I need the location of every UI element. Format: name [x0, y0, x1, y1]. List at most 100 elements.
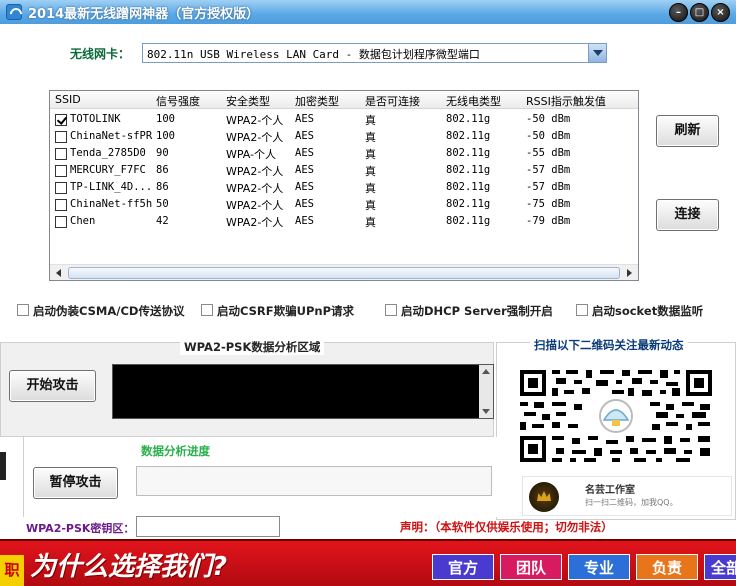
- cell-ssid: ChinaNet-sfPR: [70, 130, 153, 142]
- cell-ssid: ChinaNet-ff5h: [70, 198, 153, 210]
- cell-radio: 802.11g: [446, 215, 491, 227]
- cell-cipher: AES: [295, 113, 314, 125]
- column-header-signal[interactable]: 信号强度: [156, 93, 200, 109]
- maximize-button[interactable]: □: [690, 3, 709, 22]
- table-row[interactable]: ChinaNet-sfPR 100 WPA2-个人 AES 真 802.11g -50 dB…: [50, 128, 638, 145]
- refresh-button[interactable]: 刷新: [656, 115, 719, 147]
- cell-rssi: -79 dBm: [526, 215, 571, 227]
- banner-tab-team[interactable]: 团队: [500, 554, 562, 580]
- banner-left-fragment: 职: [0, 555, 24, 586]
- banner-tab-professional[interactable]: 专业: [568, 554, 630, 580]
- cell-radio: 802.11g: [446, 113, 491, 125]
- cell-connectable: 真: [365, 199, 376, 212]
- progress-label: 数据分析进度: [141, 444, 210, 458]
- crown-logo-icon: [529, 482, 559, 512]
- banner-tab-responsible[interactable]: 负责: [636, 554, 698, 580]
- vertical-scrollbar[interactable]: [479, 365, 493, 418]
- analysis-output[interactable]: [112, 364, 494, 419]
- disclaimer-text: 声明：（本软件仅供娱乐使用；切勿非法）: [400, 520, 613, 534]
- cell-security: WPA2-个人: [226, 182, 284, 195]
- column-header-radio[interactable]: 无线电类型: [446, 93, 501, 109]
- cell-ssid: Chen: [70, 215, 96, 227]
- checkbox[interactable]: [201, 304, 213, 316]
- table-row[interactable]: ChinaNet-ff5h 50 WPA2-个人 AES 真 802.11g -75 dBm: [50, 196, 638, 213]
- row-checkbox[interactable]: [55, 216, 67, 228]
- cell-radio: 802.11g: [446, 198, 491, 210]
- column-header-ssid[interactable]: SSID: [55, 93, 81, 106]
- checkbox[interactable]: [576, 304, 588, 316]
- cell-security: WPA2-个人: [226, 114, 284, 127]
- table-row[interactable]: TOTOLINK 100 WPA2-个人 AES 真 802.11g -50 dBm: [50, 111, 638, 128]
- scroll-left-icon[interactable]: [51, 266, 67, 280]
- analysis-title: WPA2-PSK数据分析区域: [180, 339, 325, 355]
- cell-connectable: 真: [365, 182, 376, 195]
- cell-radio: 802.11g: [446, 130, 491, 142]
- chevron-down-icon[interactable]: [588, 44, 606, 62]
- banner-tab-all[interactable]: 全部: [704, 554, 736, 580]
- cell-rssi: -50 dBm: [526, 130, 571, 142]
- studio-name: 名芸工作室: [585, 485, 635, 496]
- row-checkbox[interactable]: [55, 199, 67, 211]
- cell-rssi: -57 dBm: [526, 181, 571, 193]
- checkbox[interactable]: [385, 304, 397, 316]
- nic-select[interactable]: 802.11n USB Wireless LAN Card - 数据包计划程序微…: [142, 43, 607, 63]
- cell-cipher: AES: [295, 198, 314, 210]
- cell-rssi: -75 dBm: [526, 198, 571, 210]
- banner-tab-official[interactable]: 官方: [432, 554, 494, 580]
- cell-security: WPA2-个人: [226, 199, 284, 212]
- list-header: SSID 信号强度 安全类型 加密类型 是否可连接 无线电类型 RSSI指示触发…: [50, 91, 638, 109]
- window-title: 2014最新无线蹭网神器（官方授权版）: [28, 7, 260, 22]
- cell-connectable: 真: [365, 131, 376, 144]
- cell-signal: 100: [156, 113, 175, 125]
- psk-key-label: WPA2-PSK密钥区：: [26, 522, 135, 535]
- scroll-thumb[interactable]: [68, 267, 620, 279]
- cell-cipher: AES: [295, 147, 314, 159]
- connect-button[interactable]: 连接: [656, 199, 719, 231]
- row-checkbox[interactable]: [55, 148, 67, 160]
- psk-key-input[interactable]: [136, 516, 280, 537]
- cell-radio: 802.11g: [446, 164, 491, 176]
- cell-security: WPA2-个人: [226, 131, 284, 144]
- cell-signal: 86: [156, 164, 169, 176]
- minimize-button[interactable]: –: [669, 3, 688, 22]
- left-strip-bar: [0, 452, 6, 480]
- nic-selected-value: 802.11n USB Wireless LAN Card - 数据包计划程序微…: [147, 48, 480, 61]
- table-row[interactable]: Chen 42 WPA2-个人 AES 真 802.11g -79 dBm: [50, 213, 638, 230]
- cell-signal: 90: [156, 147, 169, 159]
- row-checkbox[interactable]: [55, 165, 67, 177]
- cell-rssi: -57 dBm: [526, 164, 571, 176]
- pause-attack-button[interactable]: 暂停攻击: [33, 467, 118, 499]
- horizontal-scrollbar[interactable]: [50, 264, 638, 280]
- cell-rssi: -55 dBm: [526, 147, 571, 159]
- cell-cipher: AES: [295, 130, 314, 142]
- cell-connectable: 真: [365, 148, 376, 161]
- table-row[interactable]: TP-LINK_4D... 86 WPA2-个人 AES 真 802.11g -57 dBm: [50, 179, 638, 196]
- column-header-cipher[interactable]: 加密类型: [295, 93, 339, 109]
- scroll-right-icon[interactable]: [621, 266, 637, 280]
- cell-signal: 42: [156, 215, 169, 227]
- column-header-connectable[interactable]: 是否可连接: [365, 93, 420, 109]
- row-checkbox[interactable]: [55, 114, 67, 126]
- checkbox[interactable]: [17, 304, 29, 316]
- qr-title: 扫描以下二维码关注最新动态: [530, 337, 688, 353]
- cell-signal: 50: [156, 198, 169, 210]
- row-checkbox[interactable]: [55, 131, 67, 143]
- cell-ssid: MERCURY_F7FC: [70, 164, 146, 176]
- column-header-rssi[interactable]: RSSI指示触发值: [526, 93, 606, 109]
- banner-slogan: 为什么选择我们?: [30, 552, 228, 582]
- analysis-progress-bar: [136, 466, 492, 496]
- cell-cipher: AES: [295, 181, 314, 193]
- close-button[interactable]: ×: [711, 3, 730, 22]
- wifi-network-list[interactable]: SSID 信号强度 安全类型 加密类型 是否可连接 无线电类型 RSSI指示触发…: [49, 90, 639, 281]
- cell-radio: 802.11g: [446, 147, 491, 159]
- cell-signal: 100: [156, 130, 175, 142]
- column-header-security[interactable]: 安全类型: [226, 93, 270, 109]
- table-row[interactable]: Tenda_2785D0 90 WPA-个人 AES 真 802.11g -55 dBm: [50, 145, 638, 162]
- studio-subtitle: 扫一扫二维码，加我QQ。: [585, 498, 678, 507]
- table-row[interactable]: MERCURY_F7FC 86 WPA2-个人 AES 真 802.11g -57 dBm: [50, 162, 638, 179]
- start-attack-button[interactable]: 开始攻击: [9, 370, 96, 402]
- cell-ssid: Tenda_2785D0: [70, 147, 146, 159]
- cell-cipher: AES: [295, 164, 314, 176]
- row-checkbox[interactable]: [55, 182, 67, 194]
- cell-signal: 86: [156, 181, 169, 193]
